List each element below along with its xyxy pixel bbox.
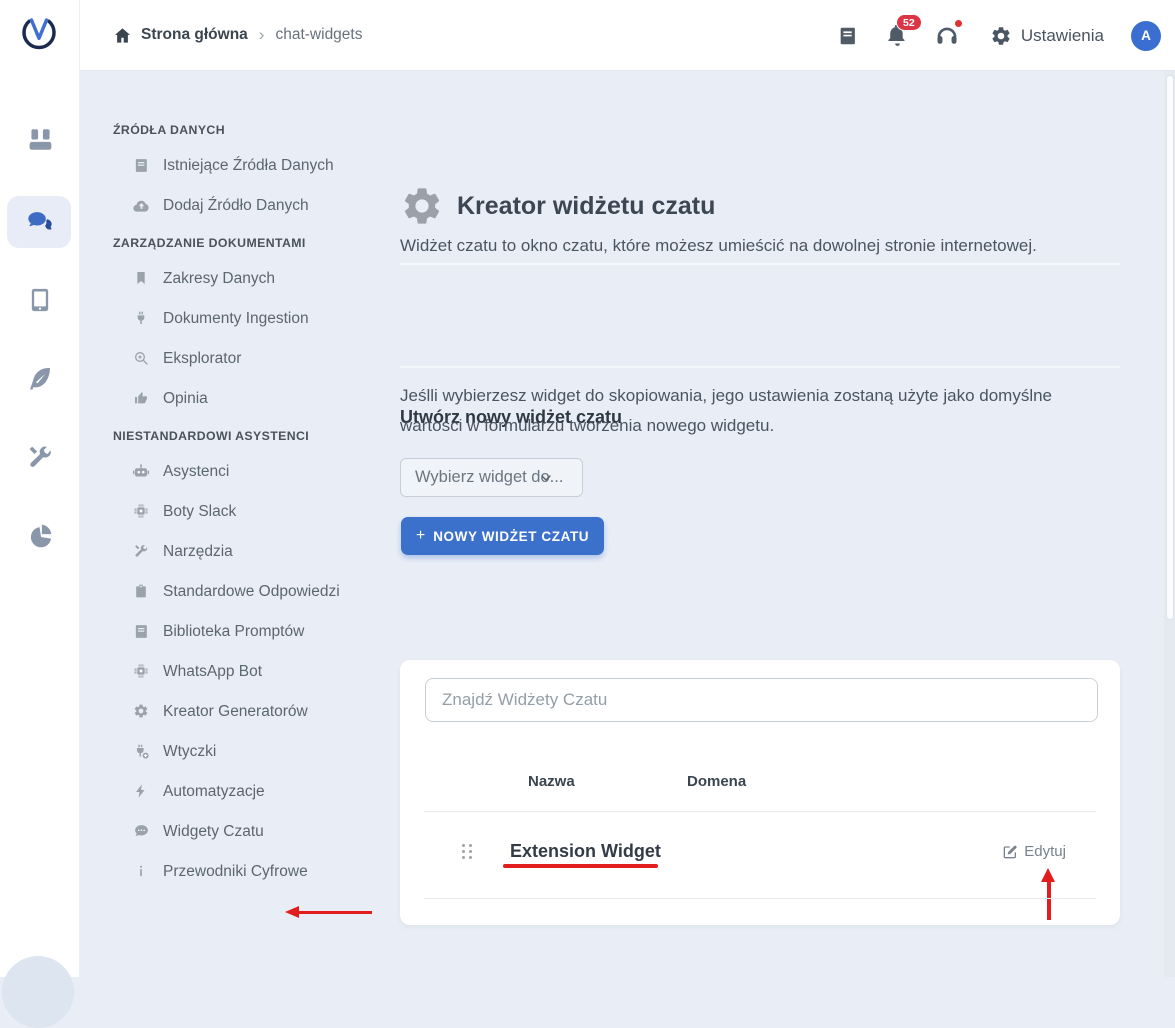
create-widget-hint: Jeślli wybierzesz widget do skopiowania,…	[400, 381, 1100, 441]
gear-icon	[400, 184, 444, 228]
divider	[424, 898, 1096, 899]
vertical-scrollbar[interactable]	[1164, 71, 1175, 977]
content-area: ŹRÓDŁA DANYCH Istniejące Źródła Danych D…	[80, 71, 1175, 977]
plug-icon	[131, 310, 151, 326]
copy-widget-select[interactable]: Wybierz widget do...	[400, 458, 583, 497]
headset-icon[interactable]	[934, 23, 960, 49]
sidebar-item-standardowe-odpowiedzi[interactable]: Standardowe Odpowiedzi	[113, 581, 400, 602]
sidebar-item-przewodniki-cyfrowe[interactable]: Przewodniki Cyfrowe	[113, 861, 400, 882]
rail-bottom-circle	[2, 956, 74, 1028]
settings-label: Ustawienia	[1021, 26, 1104, 46]
sidebar-item-asystenci[interactable]: Asystenci	[113, 461, 400, 482]
scrollbar-thumb[interactable]	[1166, 75, 1174, 620]
page-description: Widżet czatu to okno czatu, które możesz…	[400, 236, 1037, 256]
gear-icon	[131, 703, 151, 719]
edit-widget-button[interactable]: Edytuj	[1002, 843, 1066, 860]
sidebar-item-whatsapp-bot[interactable]: WhatsApp Bot	[113, 661, 400, 682]
sidebar-section-custom-assistants: NIESTANDARDOWI ASYSTENCI	[113, 429, 400, 445]
home-icon[interactable]	[113, 26, 132, 45]
mobile-icon[interactable]	[0, 286, 80, 314]
sidebar-item-kreator-generatorow[interactable]: Kreator Generatorów	[113, 701, 400, 722]
sidebar-item-zakresy-danych[interactable]: Zakresy Danych	[113, 268, 400, 289]
widget-name: Extension Widget	[510, 841, 661, 862]
sidebar: ŹRÓDŁA DANYCH Istniejące Źródła Danych D…	[80, 71, 400, 901]
breadcrumb-separator: ›	[259, 25, 265, 45]
top-header: Strona główna › chat-widgets 52 Ustawien…	[80, 0, 1175, 71]
breadcrumb-current: chat-widgets	[275, 26, 362, 44]
sidebar-item-biblioteka-promptow[interactable]: Biblioteka Promptów	[113, 621, 400, 642]
search-widgets-input[interactable]	[425, 678, 1098, 722]
book-icon	[131, 157, 151, 174]
divider	[400, 263, 1120, 265]
chip-icon	[131, 503, 151, 519]
column-header-domena: Domena	[687, 773, 746, 790]
clipboard-icon	[131, 583, 151, 599]
existing-widgets-card: Nazwa Domena Extension Widget Edytuj	[400, 660, 1120, 925]
sidebar-section-data-sources: ŹRÓDŁA DANYCH	[113, 123, 400, 139]
bookmark-icon	[131, 270, 151, 286]
sidebar-item-widgety-czatu[interactable]: Widgety Czatu	[113, 821, 400, 842]
chip-icon	[131, 663, 151, 679]
sidebar-item-wtyczki[interactable]: Wtyczki	[113, 741, 400, 762]
thumbs-up-icon	[131, 390, 151, 406]
feather-icon[interactable]	[0, 364, 80, 392]
app-logo-icon[interactable]	[19, 12, 59, 52]
sidebar-section-documents: ZARZĄDZANIE DOKUMENTAMI	[113, 236, 400, 252]
search-plus-icon	[131, 350, 151, 366]
bell-icon[interactable]: 52	[885, 23, 910, 48]
headset-alert-dot	[954, 19, 963, 28]
annotation-underline-widget-name	[503, 864, 658, 868]
annotation-arrow-widgety-czatu	[285, 906, 373, 919]
sidebar-item-eksplorator[interactable]: Eksplorator	[113, 348, 400, 369]
book-icon	[131, 623, 151, 640]
plug-plus-icon	[131, 743, 151, 760]
cloud-upload-icon	[131, 197, 151, 216]
sidebar-item-dodaj-zrodlo[interactable]: Dodaj Źródło Danych	[113, 195, 400, 216]
pie-chart-icon[interactable]	[0, 522, 80, 550]
gear-icon	[990, 25, 1012, 47]
sidebar-item-istniejace-zrodla[interactable]: Istniejące Źródła Danych	[113, 155, 400, 176]
column-header-nazwa: Nazwa	[528, 773, 575, 790]
bolt-icon	[131, 783, 151, 799]
notification-badge: 52	[896, 14, 922, 31]
robot-icon	[131, 463, 151, 481]
chat-bubbles-icon[interactable]	[0, 208, 80, 236]
tools-icon[interactable]	[0, 443, 80, 471]
new-chat-widget-button[interactable]: + NOWY WIDŻET CZATU	[401, 517, 604, 555]
divider	[424, 811, 1096, 812]
breadcrumb: Strona główna › chat-widgets	[113, 25, 362, 45]
sidebar-item-dokumenty-ingestion[interactable]: Dokumenty Ingestion	[113, 308, 400, 329]
drag-handle-icon[interactable]	[462, 844, 472, 861]
annotation-arrow-edytuj	[1041, 868, 1056, 920]
settings-button[interactable]: Ustawienia	[990, 25, 1104, 47]
book-icon[interactable]	[837, 25, 859, 47]
pen-square-icon	[1002, 844, 1018, 860]
sidebar-item-boty-slack[interactable]: Boty Slack	[113, 501, 400, 522]
divider	[400, 366, 1120, 368]
sidebar-item-automatyzacje[interactable]: Automatyzacje	[113, 781, 400, 802]
tools-icon	[131, 543, 151, 559]
avatar[interactable]: A	[1131, 21, 1161, 51]
sidebar-item-narzedzia[interactable]: Narzędzia	[113, 541, 400, 562]
icon-rail	[0, 0, 80, 977]
chevron-down-icon	[538, 470, 554, 486]
sidebar-item-opinia[interactable]: Opinia	[113, 388, 400, 409]
info-icon	[131, 863, 151, 879]
breadcrumb-root[interactable]: Strona główna	[141, 26, 248, 44]
page-title: Kreator widżetu czatu	[457, 192, 715, 221]
plus-icon: +	[416, 527, 425, 545]
data-sources-icon[interactable]	[0, 125, 80, 154]
comment-icon	[131, 823, 151, 840]
